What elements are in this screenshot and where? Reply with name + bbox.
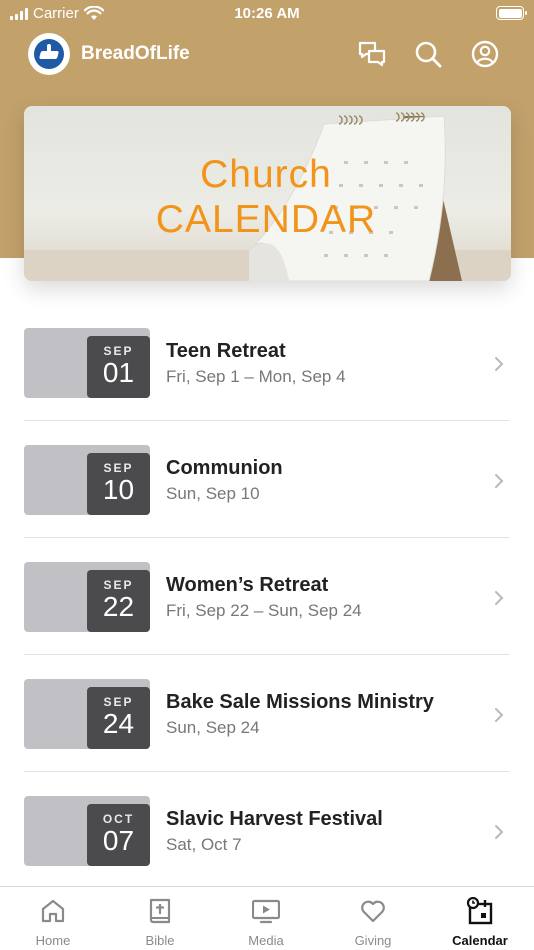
event-day: 07	[102, 825, 135, 856]
event-day: 22	[102, 591, 135, 622]
event-day: 10	[102, 474, 135, 505]
heart-icon	[361, 900, 385, 923]
nav-bar: BreadOfLife	[0, 32, 534, 78]
event-date-range: Fri, Sep 22 – Sun, Sep 24	[166, 601, 362, 620]
chevron-right-icon	[495, 357, 504, 371]
event-title: Women’s Retreat	[166, 574, 329, 596]
event-day: 01	[102, 357, 135, 388]
tab-label: Media	[248, 933, 284, 948]
chevron-right-icon	[495, 708, 504, 722]
logo-icon	[34, 39, 64, 69]
search-icon[interactable]	[413, 39, 443, 69]
profile-icon[interactable]	[470, 39, 500, 69]
event-title: Communion	[166, 457, 283, 479]
banner-title: Church CALENDAR	[150, 152, 382, 242]
tab-bar: Home Bible Media Giving Calendar	[0, 886, 534, 950]
event-date-range: Fri, Sep 1 – Mon, Sep 4	[166, 367, 346, 386]
event-title: Teen Retreat	[166, 340, 286, 362]
battery-icon	[496, 6, 527, 20]
event-date-range: Sun, Sep 10	[166, 484, 260, 503]
event-date-box: SEP 01	[87, 336, 150, 398]
event-row[interactable]: SEP 22 Women’s Retreat Fri, Sep 22 – Sun…	[0, 538, 534, 655]
media-icon	[252, 899, 280, 924]
chat-icon[interactable]	[357, 39, 387, 69]
chevron-right-icon	[495, 474, 504, 488]
event-row[interactable]: OCT 07 Slavic Harvest Festival Sat, Oct …	[0, 772, 534, 889]
chevron-right-icon	[495, 591, 504, 605]
event-month: SEP	[103, 461, 134, 475]
event-date-box: SEP 22	[87, 570, 150, 632]
home-icon	[41, 899, 65, 923]
event-date-badge: SEP 22	[24, 562, 150, 632]
status-bar: Carrier 10:26 AM	[0, 0, 534, 28]
event-date-box: OCT 07	[87, 804, 150, 866]
banner-title-line2: CALENDAR	[155, 198, 377, 241]
event-month: OCT	[102, 812, 135, 826]
event-title: Bake Sale Missions Ministry	[166, 691, 434, 713]
event-month: SEP	[103, 695, 134, 709]
event-date-box: SEP 24	[87, 687, 150, 749]
banner-title-line1: Church	[200, 153, 332, 196]
tab-label: Bible	[145, 933, 175, 948]
tab-giving[interactable]: Giving	[320, 887, 426, 950]
event-month: SEP	[103, 578, 134, 592]
event-row[interactable]: SEP 01 Teen Retreat Fri, Sep 1 – Mon, Se…	[0, 304, 534, 421]
tab-media[interactable]: Media	[213, 887, 319, 950]
app-name: BreadOfLife	[81, 43, 190, 64]
event-day: 24	[102, 708, 135, 739]
tab-label: Giving	[354, 933, 392, 948]
status-time: 10:26 AM	[234, 5, 300, 22]
event-row[interactable]: SEP 10 Communion Sun, Sep 10	[0, 421, 534, 538]
tab-label: Calendar	[452, 933, 508, 948]
tab-calendar[interactable]: Calendar	[427, 887, 533, 950]
tab-label: Home	[35, 933, 71, 948]
event-date-range: Sat, Oct 7	[166, 835, 242, 854]
event-date-badge: SEP 10	[24, 445, 150, 515]
event-date-badge: SEP 24	[24, 679, 150, 749]
event-row[interactable]: SEP 24 Bake Sale Missions Ministry Sun, …	[0, 655, 534, 772]
bible-icon	[149, 898, 171, 924]
church-calendar-banner: Church CALENDAR	[24, 106, 511, 281]
tab-bible[interactable]: Bible	[107, 887, 213, 950]
calendar-icon	[466, 897, 493, 925]
chevron-right-icon	[495, 825, 504, 839]
tab-home[interactable]: Home	[0, 887, 106, 950]
app-logo[interactable]	[28, 33, 70, 75]
event-date-range: Sun, Sep 24	[166, 718, 260, 737]
event-month: SEP	[103, 344, 134, 358]
event-date-badge: SEP 01	[24, 328, 150, 398]
event-title: Slavic Harvest Festival	[166, 808, 383, 830]
event-date-box: SEP 10	[87, 453, 150, 515]
event-date-badge: OCT 07	[24, 796, 150, 866]
